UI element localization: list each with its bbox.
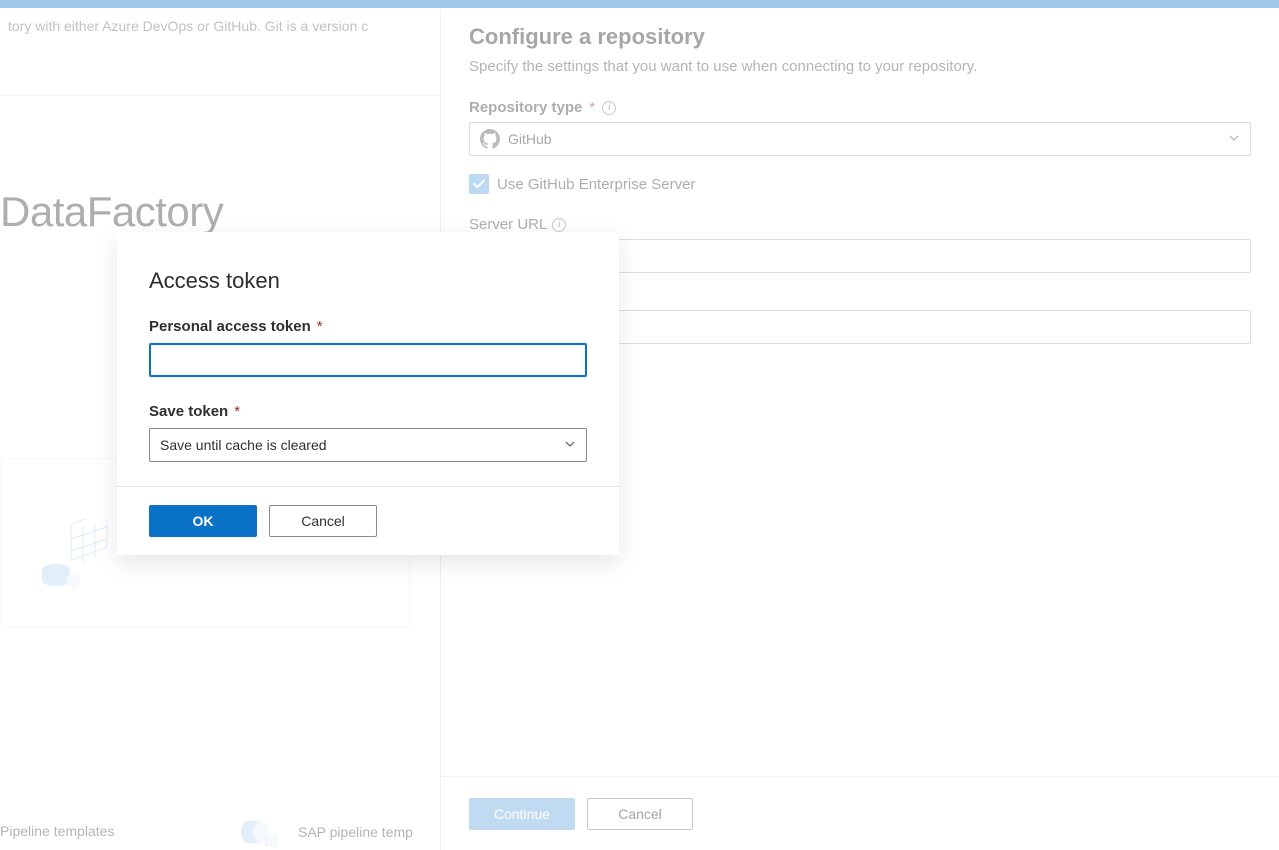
save-token-label: Save token * [149, 403, 587, 420]
required-asterisk: * [232, 403, 242, 420]
personal-access-token-input[interactable] [149, 343, 587, 377]
top-accent-bar [0, 0, 1279, 8]
dialog-cancel-button[interactable]: Cancel [269, 505, 377, 537]
save-token-value: Save until cache is cleared [160, 437, 327, 453]
save-token-select[interactable]: Save until cache is cleared [149, 428, 587, 462]
dialog-title: Access token [149, 268, 587, 294]
required-asterisk: * [315, 318, 325, 335]
access-token-dialog: Access token Personal access token * Sav… [117, 232, 619, 555]
dialog-footer: OK Cancel [117, 486, 619, 555]
pat-label: Personal access token * [149, 318, 587, 335]
chevron-down-icon [564, 437, 576, 453]
ok-button[interactable]: OK [149, 505, 257, 537]
